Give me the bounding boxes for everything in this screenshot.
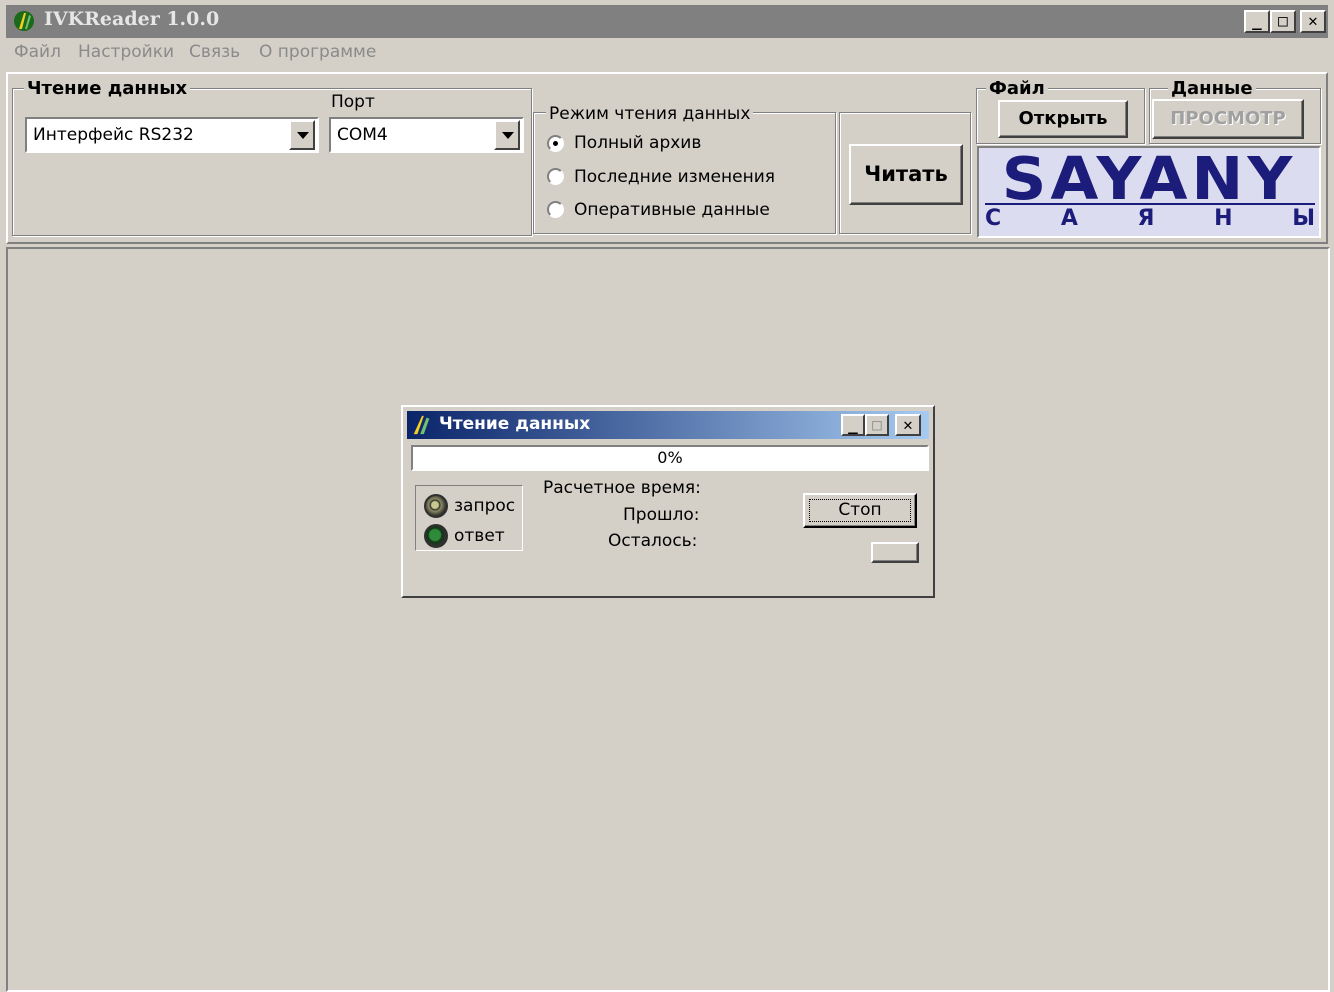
response-led-icon <box>424 524 448 548</box>
maximize-button[interactable]: □ <box>1270 10 1296 33</box>
dialog-title-bar[interactable]: Чтение данных _ □ ✕ <box>407 411 929 439</box>
logo-letter: Н <box>1214 206 1233 231</box>
app-icon <box>411 414 433 436</box>
port-label: Порт <box>331 92 375 112</box>
file-legend: Файл <box>986 78 1048 99</box>
app-icon <box>12 9 36 33</box>
port-select-value: COM4 <box>337 125 388 145</box>
data-legend: Данные <box>1168 78 1256 99</box>
logo-letter: А <box>1060 206 1078 231</box>
menu-settings[interactable]: Настройки <box>78 42 174 62</box>
logo-letter: Я <box>1137 206 1155 231</box>
logo-letters: С А Я Н Ы <box>985 206 1315 231</box>
logo-letter: Ы <box>1292 206 1315 231</box>
request-label: запрос <box>454 496 516 516</box>
chevron-down-icon[interactable] <box>494 120 520 150</box>
radio-latest-changes-label[interactable]: Последние изменения <box>574 167 775 187</box>
view-button[interactable]: ПРОСМОТР <box>1152 99 1304 139</box>
indicator-panel: запрос ответ <box>415 485 523 551</box>
progress-bar: 0% <box>411 445 929 471</box>
menu-file[interactable]: Файл <box>14 42 61 62</box>
close-button[interactable]: ✕ <box>1300 10 1326 33</box>
menu-about[interactable]: О программе <box>259 42 376 62</box>
open-button[interactable]: Открыть <box>998 100 1128 138</box>
request-led-icon <box>424 494 448 518</box>
logo-letter: С <box>985 206 1002 231</box>
client-area <box>6 247 1330 992</box>
port-select[interactable]: COM4 <box>329 117 524 153</box>
read-data-group <box>12 88 532 236</box>
remaining-label: Осталось: <box>608 531 698 551</box>
elapsed-label: Прошло: <box>623 505 700 525</box>
read-data-legend: Чтение данных <box>24 78 191 99</box>
radio-operative-data-label[interactable]: Оперативные данные <box>574 200 770 220</box>
stop-button[interactable]: Стоп <box>803 493 917 528</box>
chevron-down-icon[interactable] <box>289 120 315 150</box>
response-label: ответ <box>454 526 505 546</box>
interface-select-value: Интерфейс RS232 <box>33 125 194 145</box>
dialog-title: Чтение данных <box>439 414 591 434</box>
radio-full-archive-label[interactable]: Полный архив <box>574 133 701 153</box>
radio-full-archive[interactable] <box>547 135 564 152</box>
interface-select[interactable]: Интерфейс RS232 <box>25 117 319 153</box>
window-title: IVKReader 1.0.0 <box>44 8 220 30</box>
sayany-logo: SAYANY С А Я Н Ы <box>977 144 1321 238</box>
logo-divider <box>985 203 1315 205</box>
read-mode-legend: Режим чтения данных <box>546 104 754 124</box>
small-button[interactable] <box>871 542 919 563</box>
read-data-dialog: Чтение данных _ □ ✕ 0% запрос ответ Расч… <box>401 405 935 598</box>
radio-operative-data[interactable] <box>547 201 564 218</box>
stop-button-label: Стоп <box>838 500 882 520</box>
dialog-minimize-button[interactable]: _ <box>841 414 865 436</box>
dialog-close-button[interactable]: ✕ <box>895 414 921 436</box>
radio-latest-changes[interactable] <box>547 168 564 185</box>
progress-text: 0% <box>657 448 683 467</box>
minimize-button[interactable]: _ <box>1244 10 1270 33</box>
estimated-time-label: Расчетное время: <box>543 478 701 498</box>
title-bar[interactable]: IVKReader 1.0.0 _ □ ✕ <box>6 5 1328 38</box>
dialog-maximize-button[interactable]: □ <box>865 414 889 436</box>
menu-connection[interactable]: Связь <box>189 42 240 62</box>
read-button[interactable]: Читать <box>849 144 963 205</box>
